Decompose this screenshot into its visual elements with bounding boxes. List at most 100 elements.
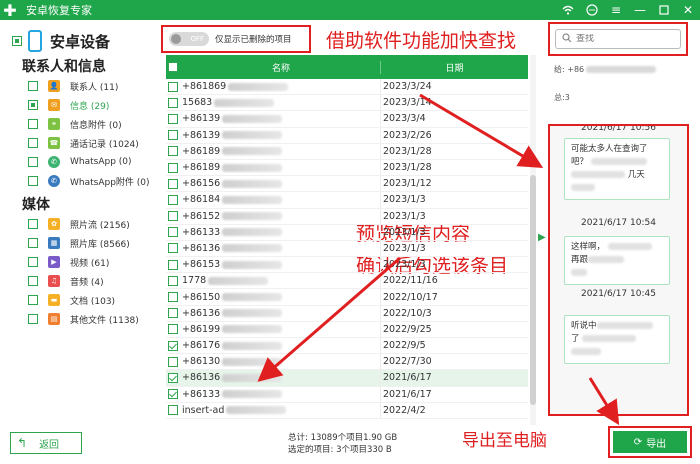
- row-name: +86152: [182, 210, 221, 222]
- row-name: +86133: [182, 226, 221, 238]
- maximize-icon[interactable]: [652, 0, 676, 20]
- messages-icon: ✉: [48, 99, 60, 111]
- column-header-date[interactable]: 日期: [380, 60, 528, 74]
- row-date: 2023/1/28: [380, 143, 528, 159]
- row-name: +86184: [182, 194, 221, 206]
- table-row[interactable]: +861869 2023/3/24: [166, 79, 528, 96]
- row-name: insert-ad: [182, 404, 225, 416]
- preview-total: 总:3: [554, 93, 570, 102]
- table-row[interactable]: +86136 2021/6/17: [166, 370, 528, 387]
- table-row[interactable]: +86199 2022/9/25: [166, 321, 528, 338]
- row-checkbox[interactable]: [168, 324, 178, 335]
- sidebar-item-contacts[interactable]: 👤 联系人 (11): [28, 78, 118, 94]
- table-row[interactable]: insert-ad 2022/4/2: [166, 402, 528, 419]
- sidebar-item-other-files[interactable]: ▤ 其他文件 (1138): [28, 311, 139, 327]
- table-row[interactable]: +86189 2023/1/28: [166, 143, 528, 160]
- table-row[interactable]: +86139 2023/2/26: [166, 127, 528, 144]
- row-date: 2023/1/12: [380, 176, 528, 192]
- sidebar-item-documents[interactable]: ▬ 文档 (103): [28, 292, 115, 308]
- table-row[interactable]: 1778 2022/11/16: [166, 273, 528, 290]
- back-button[interactable]: ↰ 返回: [10, 432, 82, 454]
- table-row[interactable]: +86133 2021/6/17: [166, 386, 528, 403]
- scrollbar-thumb[interactable]: [530, 175, 536, 405]
- row-checkbox[interactable]: [168, 178, 178, 189]
- close-icon[interactable]: ✕: [676, 0, 700, 20]
- table-row[interactable]: +86152 2023/1/3: [166, 208, 528, 225]
- other-files-icon: ▤: [48, 313, 60, 325]
- app-title: 安卓恢复专家: [26, 4, 92, 17]
- row-checkbox[interactable]: [168, 194, 178, 205]
- table-row[interactable]: +86176 2022/9/5: [166, 338, 528, 355]
- menu-icon[interactable]: ≡: [604, 0, 628, 20]
- row-date: 2022/7/30: [380, 354, 528, 370]
- export-icon: ⟳: [633, 436, 643, 448]
- row-checkbox[interactable]: [168, 275, 178, 286]
- search-input[interactable]: [576, 34, 666, 44]
- table-row[interactable]: +86139 2023/3/4: [166, 111, 528, 128]
- table-row[interactable]: +86189 2023/1/28: [166, 159, 528, 177]
- row-date: 2023/3/4: [380, 111, 528, 127]
- table-row[interactable]: +86133 2023/1/3: [166, 224, 528, 241]
- row-checkbox[interactable]: [168, 243, 178, 254]
- table-row[interactable]: +86136 2022/10/3: [166, 305, 528, 322]
- export-button[interactable]: ⟳ 导出: [613, 431, 687, 453]
- row-checkbox[interactable]: [168, 211, 178, 222]
- sidebar-item-video[interactable]: ▶ 视频 (61): [28, 254, 109, 270]
- message-bubble: 这样啊， 再跟: [564, 236, 670, 285]
- sidebar-item-photo-stream[interactable]: ✿ 照片流 (2156): [28, 216, 130, 232]
- minimize-icon[interactable]: —: [628, 0, 652, 20]
- table-scrollbar[interactable]: [530, 55, 536, 425]
- sidebar-item-whatsapp-attachments[interactable]: ✆ WhatsApp附件 (0): [28, 173, 150, 189]
- table-row[interactable]: +86130 2022/7/30: [166, 354, 528, 371]
- row-checkbox[interactable]: [168, 405, 178, 416]
- document-icon: ▬: [48, 294, 60, 306]
- row-checkbox[interactable]: [168, 259, 178, 270]
- row-checkbox[interactable]: [168, 146, 178, 157]
- table-row[interactable]: +86150 2022/10/17: [166, 289, 528, 306]
- table-row[interactable]: +86136 2023/1/3: [166, 240, 528, 258]
- wifi-icon[interactable]: [556, 0, 580, 20]
- row-checkbox[interactable]: [168, 130, 178, 141]
- device-checkbox[interactable]: [12, 36, 22, 46]
- sidebar-item-whatsapp[interactable]: ✆ WhatsApp (0): [28, 154, 132, 170]
- photo-stream-icon: ✿: [48, 218, 60, 230]
- table-row[interactable]: 15683 2023/3/14: [166, 95, 528, 112]
- message-preview[interactable]: 2021/6/17 10:56 可能太多人在查询了 吧？ 几天 2021/6/1…: [548, 124, 689, 416]
- row-name: +86156: [182, 178, 221, 190]
- row-name: +86139: [182, 129, 221, 141]
- sidebar-item-call-log[interactable]: ☎ 通话记录 (1024): [28, 135, 139, 151]
- device-row[interactable]: 安卓设备: [12, 30, 110, 52]
- row-checkbox[interactable]: [168, 308, 178, 319]
- deleted-only-label: 仅显示已删除的项目: [215, 35, 292, 45]
- sidebar-item-message-attachments[interactable]: ⚭ 信息附件 (0): [28, 116, 122, 132]
- sidebar-item-audio[interactable]: ♫ 音频 (4): [28, 273, 104, 289]
- row-date: 2022/10/17: [380, 289, 528, 305]
- row-checkbox[interactable]: [168, 81, 178, 92]
- feedback-icon[interactable]: [580, 0, 604, 20]
- row-checkbox[interactable]: [168, 372, 178, 383]
- export-area: ⟳ 导出: [608, 426, 692, 458]
- row-date: 2022/10/3: [380, 305, 528, 321]
- column-header-name[interactable]: 名称: [182, 61, 380, 74]
- sidebar-item-messages[interactable]: ✉ 信息 (29): [28, 97, 109, 113]
- row-name: +86136: [182, 372, 221, 384]
- search-field[interactable]: [555, 29, 681, 49]
- row-checkbox[interactable]: [168, 356, 178, 367]
- row-checkbox[interactable]: [168, 292, 178, 303]
- row-checkbox[interactable]: [168, 113, 178, 124]
- row-name: +86133: [182, 388, 221, 400]
- table-row[interactable]: +86156 2023/1/12: [166, 176, 528, 193]
- row-checkbox[interactable]: [168, 389, 178, 400]
- sidebar-item-photo-library[interactable]: ▦ 照片库 (8566): [28, 235, 130, 251]
- row-checkbox[interactable]: [168, 340, 178, 351]
- select-all-checkbox[interactable]: [168, 62, 178, 72]
- row-name: 15683: [182, 97, 213, 109]
- row-date: 2023/1/3: [380, 192, 528, 208]
- table-row[interactable]: +86184 2023/1/3: [166, 192, 528, 209]
- table-row[interactable]: +86153 2023/1/3: [166, 257, 528, 274]
- expand-preview-icon[interactable]: ▶: [538, 232, 546, 243]
- row-checkbox[interactable]: [168, 227, 178, 238]
- deleted-only-toggle[interactable]: OFF: [169, 32, 209, 46]
- row-checkbox[interactable]: [168, 162, 178, 173]
- row-checkbox[interactable]: [168, 97, 178, 108]
